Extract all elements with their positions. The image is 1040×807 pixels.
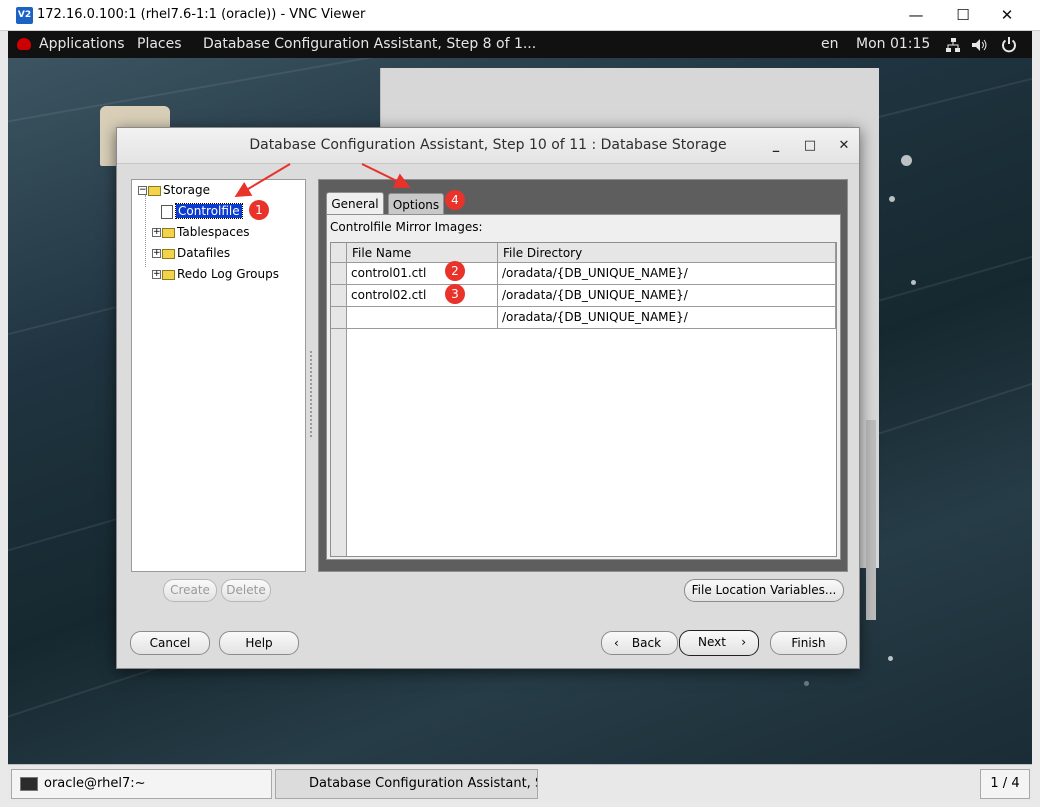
taskbar-terminal-label: oracle@rhel7:~: [44, 776, 146, 791]
taskbar-dbca[interactable]: Database Configuration Assistant, St...: [275, 769, 538, 799]
taskbar-terminal[interactable]: oracle@rhel7:~: [11, 769, 272, 799]
annotation-badge-1: 1: [249, 200, 269, 220]
arrow-to-options-tab: [361, 163, 411, 188]
terminal-icon: [20, 776, 38, 791]
annotation-badge-3: 3: [445, 284, 465, 304]
workspace-switcher[interactable]: 1 / 4: [980, 769, 1030, 799]
annotation-badge-2: 2: [445, 261, 465, 281]
bottom-taskbar: oracle@rhel7:~ Database Configuration As…: [8, 764, 1032, 801]
annotation-arrows: [234, 163, 411, 198]
arrow-to-controlfile: [234, 163, 291, 198]
annotation-badge-4: 4: [445, 190, 465, 210]
